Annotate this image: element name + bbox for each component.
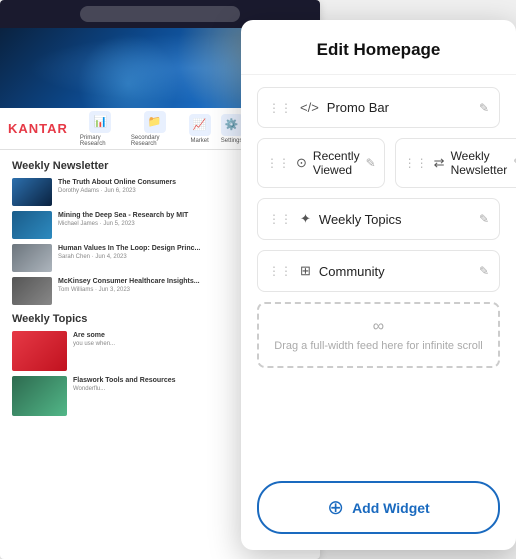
nav-item-settings[interactable]: ⚙️ Settings xyxy=(221,114,243,144)
edit-panel-header: Edit Homepage xyxy=(241,20,516,75)
widget-community[interactable]: ⋮⋮ ⊞ Community ✎ xyxy=(257,250,500,292)
promo-bar-label: Promo Bar xyxy=(327,100,471,115)
recently-viewed-edit-icon[interactable]: ✎ xyxy=(366,156,376,170)
weekly-topics-label: Weekly Topics xyxy=(319,212,471,227)
article-thumb-4 xyxy=(12,277,52,305)
topics-thumb-2 xyxy=(12,376,67,416)
edit-homepage-panel: Edit Homepage ⋮⋮ </> Promo Bar ✎ ⋮⋮ ⊙ Re… xyxy=(241,20,516,550)
plus-icon: ⊕ xyxy=(327,495,344,520)
drag-handle-recently[interactable]: ⋮⋮ xyxy=(266,156,290,170)
nav-logo: KANTAR xyxy=(8,121,68,136)
widget-recently-viewed[interactable]: ⋮⋮ ⊙ Recently Viewed ✎ xyxy=(257,138,385,188)
nav-item-primary[interactable]: 📊 Primary Research xyxy=(80,111,121,147)
weekly-newsletter-label: Weekly Newsletter xyxy=(451,149,508,177)
weekly-newsletter-icon: ⇄ xyxy=(434,155,445,171)
widget-weekly-newsletter[interactable]: ⋮⋮ ⇄ Weekly Newsletter ✎ xyxy=(395,138,516,188)
widget-promo-bar[interactable]: ⋮⋮ </> Promo Bar ✎ xyxy=(257,87,500,128)
article-thumb-3 xyxy=(12,244,52,272)
widget-weekly-topics[interactable]: ⋮⋮ ✦ Weekly Topics ✎ xyxy=(257,198,500,240)
topics-thumb-1 xyxy=(12,331,67,371)
edit-panel-body: ⋮⋮ </> Promo Bar ✎ ⋮⋮ ⊙ Recently Viewed … xyxy=(241,75,516,481)
recently-viewed-label: Recently Viewed xyxy=(313,149,360,177)
recently-viewed-icon: ⊙ xyxy=(296,155,307,171)
drag-zone[interactable]: ∞ Drag a full-width feed here for infini… xyxy=(257,302,500,368)
community-label: Community xyxy=(319,264,471,279)
add-widget-label: Add Widget xyxy=(352,500,430,516)
widget-row-double: ⋮⋮ ⊙ Recently Viewed ✎ ⋮⋮ ⇄ Weekly Newsl… xyxy=(257,138,500,188)
community-edit-icon[interactable]: ✎ xyxy=(479,264,489,278)
edit-panel-title: Edit Homepage xyxy=(261,40,496,60)
drag-handle-promo[interactable]: ⋮⋮ xyxy=(268,101,292,115)
article-thumb-2 xyxy=(12,211,52,239)
add-widget-button[interactable]: ⊕ Add Widget xyxy=(257,481,500,534)
article-thumb-1 xyxy=(12,178,52,206)
search-bar[interactable] xyxy=(80,6,240,22)
drag-zone-label: Drag a full-width feed here for infinite… xyxy=(269,340,488,352)
nav-item-market[interactable]: 📈 Market xyxy=(189,114,211,144)
weekly-topics-icon: ✦ xyxy=(300,211,311,227)
weekly-topics-edit-icon[interactable]: ✎ xyxy=(479,212,489,226)
drag-handle-newsletter[interactable]: ⋮⋮ xyxy=(404,156,428,170)
infinite-scroll-icon: ∞ xyxy=(269,318,488,336)
drag-handle-topics[interactable]: ⋮⋮ xyxy=(268,212,292,226)
promo-bar-edit-icon[interactable]: ✎ xyxy=(479,101,489,115)
settings-icon: ⚙️ xyxy=(221,114,243,136)
nav-item-secondary[interactable]: 📁 Secondary Research xyxy=(131,111,179,147)
promo-bar-icon: </> xyxy=(300,100,319,115)
secondary-research-icon: 📁 xyxy=(144,111,166,133)
market-icon: 📈 xyxy=(189,114,211,136)
drag-handle-community[interactable]: ⋮⋮ xyxy=(268,264,292,278)
primary-research-icon: 📊 xyxy=(89,111,111,133)
community-icon: ⊞ xyxy=(300,263,311,279)
